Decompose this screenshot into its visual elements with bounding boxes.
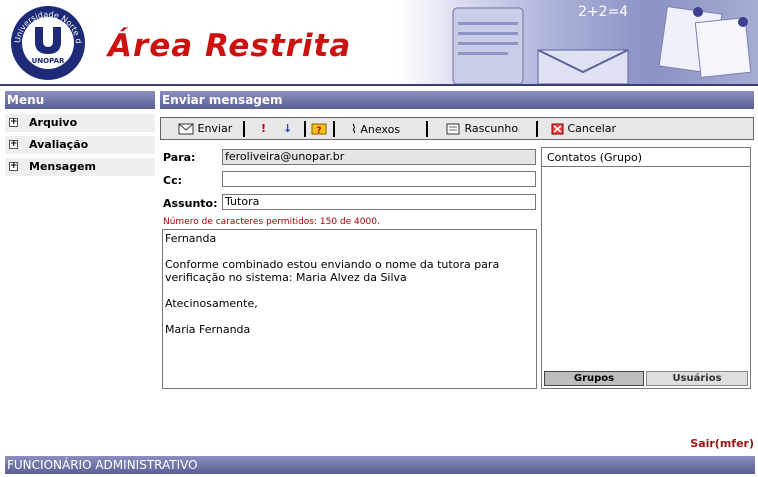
header: Universidade Norte do Paraná UNOPAR Área… xyxy=(0,0,758,86)
notepad-icon xyxy=(446,123,460,135)
sidebar-item-label: Arquivo xyxy=(29,116,78,129)
paperclip-icon: ⌇ xyxy=(351,122,357,136)
cc-field[interactable] xyxy=(222,171,536,187)
sidebar-item-mensagem[interactable]: + Mensagem xyxy=(5,158,155,177)
plus-box-icon: + xyxy=(9,139,18,149)
svg-text:?: ? xyxy=(316,126,321,135)
unopar-logo: Universidade Norte do Paraná UNOPAR xyxy=(10,5,85,80)
character-count-notice: Número de caracteres permitidos: 150 de … xyxy=(163,217,380,227)
exclamation-icon: ! xyxy=(261,122,267,135)
logo-name: UNOPAR xyxy=(32,57,65,65)
subject-label: Assunto: xyxy=(163,197,218,210)
plus-box-icon: + xyxy=(9,161,18,171)
draft-label: Rascunho xyxy=(464,122,519,135)
sidebar-item-label: Mensagem xyxy=(29,160,97,173)
body-line: verificação no sistema: Maria Alvez da S… xyxy=(165,271,407,284)
receipt-request-button[interactable]: ? xyxy=(311,122,327,136)
sidebar-title: Menu xyxy=(5,91,155,109)
message-toolbar: Enviar ! ↓ ? ⌇ Anexos Rascunho Cancelar xyxy=(160,117,754,140)
read-receipt-icon: ? xyxy=(311,123,327,135)
sidebar-item-avaliacao[interactable]: + Avaliação xyxy=(5,136,155,155)
body-line: Atecinosamente, xyxy=(165,297,258,310)
svg-text:2+2=4: 2+2=4 xyxy=(578,4,628,20)
contacts-title: Contatos (Grupo) xyxy=(542,148,750,167)
high-priority-button[interactable]: ! xyxy=(261,122,266,136)
low-priority-button[interactable]: ↓ xyxy=(283,122,292,136)
tab-groups[interactable]: Grupos xyxy=(544,371,644,386)
arrow-down-icon: ↓ xyxy=(283,122,293,135)
tab-users[interactable]: Usuários xyxy=(646,371,748,386)
envelope-icon xyxy=(178,123,194,135)
send-label: Enviar xyxy=(197,122,233,135)
send-button[interactable]: Enviar xyxy=(178,122,232,136)
body-line xyxy=(165,284,534,297)
draft-button[interactable]: Rascunho xyxy=(445,122,518,136)
cc-label: Cc: xyxy=(163,174,182,187)
toolbar-separator xyxy=(426,121,428,137)
attachments-label: Anexos xyxy=(360,123,401,136)
logout-link[interactable]: Sair(mfer) xyxy=(690,437,754,450)
plus-box-icon: + xyxy=(9,117,18,127)
body-line xyxy=(165,310,534,323)
header-divider xyxy=(0,84,758,86)
cancel-icon xyxy=(551,123,564,135)
cancel-button[interactable]: Cancelar xyxy=(551,122,616,136)
body-line: Fernanda xyxy=(165,232,217,245)
sidebar-item-label: Avaliação xyxy=(29,138,89,151)
message-body-textarea[interactable]: Fernanda Conforme combinado estou envian… xyxy=(162,229,537,389)
toolbar-separator xyxy=(243,121,245,137)
attachments-button[interactable]: ⌇ Anexos xyxy=(351,122,400,136)
user-role-bar: FUNCIONÁRIO ADMINISTRATIVO xyxy=(5,456,755,474)
cancel-label: Cancelar xyxy=(567,122,617,135)
section-title: Enviar mensagem xyxy=(160,91,754,109)
toolbar-separator xyxy=(536,121,538,137)
body-line: Conforme combinado estou enviando o nome… xyxy=(165,258,500,271)
to-field[interactable]: feroliveira@unopar.br xyxy=(222,149,536,165)
subject-field[interactable]: Tutora xyxy=(222,194,536,210)
contacts-panel: Contatos (Grupo) Grupos Usuários xyxy=(541,147,751,389)
header-banner-image: 2+2=4 xyxy=(398,0,758,85)
toolbar-separator xyxy=(304,121,306,137)
office-supplies-illustration: 2+2=4 xyxy=(452,4,752,85)
toolbar-separator xyxy=(333,121,335,137)
body-line xyxy=(165,245,534,258)
body-line: Maria Fernanda xyxy=(165,323,251,336)
to-label: Para: xyxy=(163,151,196,164)
page-title: Área Restrita xyxy=(108,28,352,64)
sidebar-item-arquivo[interactable]: + Arquivo xyxy=(5,114,155,133)
